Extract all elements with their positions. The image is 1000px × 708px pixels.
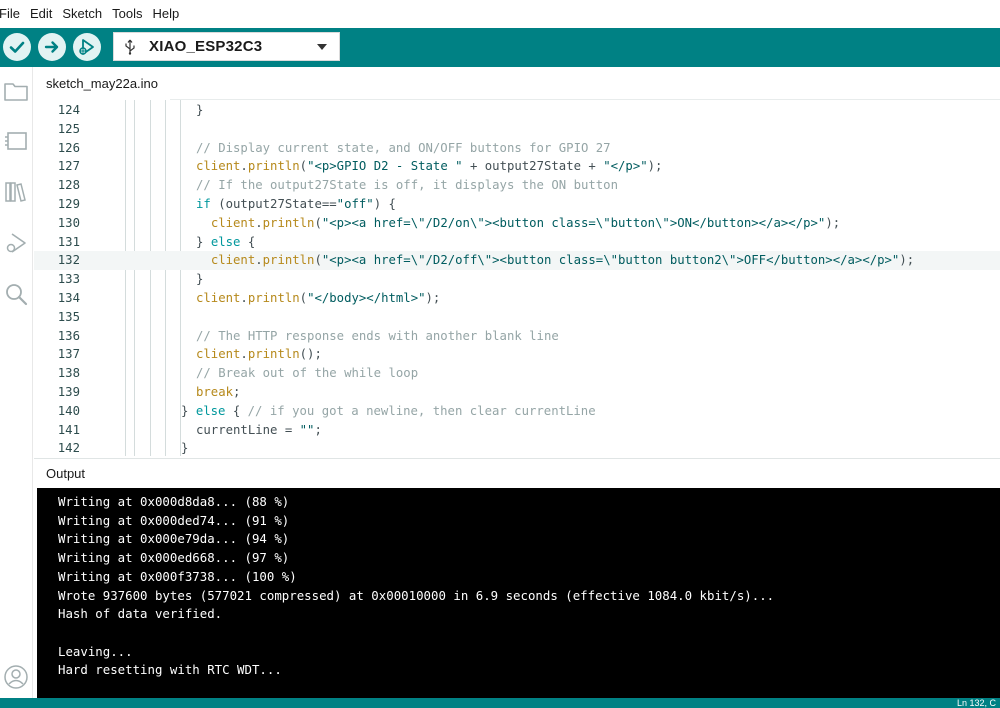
- line-number: 133: [57, 272, 80, 287]
- line-number: 124: [57, 103, 80, 117]
- line-number: 130: [57, 215, 80, 230]
- verify-button[interactable]: [3, 33, 31, 61]
- code-text: client.println("</body></html>");: [196, 291, 441, 305]
- chevron-down-icon: [317, 44, 327, 50]
- code-text: // The HTTP response ends with another b…: [196, 328, 559, 343]
- code-text: }: [196, 103, 204, 117]
- menu-sketch[interactable]: Sketch: [57, 0, 107, 28]
- console-line: Hash of data verified.: [58, 606, 223, 622]
- debug-icon: [77, 37, 97, 57]
- menu-tools[interactable]: Tools: [107, 0, 147, 28]
- tab-sketch-file[interactable]: sketch_may22a.ino: [34, 67, 171, 100]
- code-text: currentLine = "";: [196, 422, 322, 437]
- upload-button[interactable]: [38, 33, 66, 61]
- code-text: client.println();: [196, 347, 322, 362]
- code-line[interactable]: 136 // The HTTP response ends with anothe…: [34, 327, 1000, 346]
- code-line[interactable]: 126 // Display current state, and ON/OFF …: [34, 139, 1000, 158]
- code-line[interactable]: 124}: [34, 101, 1000, 120]
- line-number: 141: [57, 422, 80, 437]
- library-icon[interactable]: [2, 178, 30, 206]
- menu-edit[interactable]: Edit: [25, 0, 57, 28]
- code-text: client.println("<p>GPIO D2 - State " + o…: [196, 159, 663, 174]
- line-number: 138: [57, 366, 80, 381]
- code-line[interactable]: 131 } else {: [34, 233, 1000, 252]
- code-line[interactable]: 139 break;: [34, 383, 1000, 402]
- account-icon[interactable]: [2, 663, 30, 691]
- menu-bar: File Edit Sketch Tools Help: [0, 0, 1000, 28]
- line-number: 127: [57, 159, 80, 174]
- console-line: Writing at 0x000d8da8... (88 %): [58, 494, 290, 509]
- code-line[interactable]: 132 client.println("<p><a href=\"/D2/off…: [34, 251, 1000, 271]
- code-line[interactable]: 129 if (output27State=="off") {: [34, 195, 1000, 214]
- line-number: 137: [57, 347, 80, 362]
- line-number: 128: [57, 178, 80, 193]
- code-text: // If the output27State is off, it displ…: [196, 178, 618, 193]
- console-line: Writing at 0x000e79da... (94 %): [58, 531, 290, 547]
- code-line[interactable]: 140 } else { // if you got a newline, the…: [34, 402, 1000, 421]
- usb-icon: [124, 39, 136, 60]
- sidebar: [0, 67, 33, 698]
- code-line[interactable]: 130 client.println("<p><a href=\"/D2/on\…: [34, 214, 1000, 233]
- line-number: 142: [57, 441, 80, 456]
- board-name: XIAO_ESP32C3: [149, 38, 263, 55]
- code-line[interactable]: 141 currentLine = "";: [34, 421, 1000, 440]
- line-number: 136: [57, 328, 80, 343]
- console-line: Hard resetting with RTC WDT...: [58, 662, 282, 678]
- search-icon[interactable]: [2, 280, 30, 308]
- debug-icon[interactable]: [2, 229, 30, 257]
- menu-file[interactable]: File: [0, 0, 25, 28]
- code-text: if (output27State=="off") {: [196, 197, 396, 211]
- toolbar: XIAO_ESP32C3: [0, 28, 1000, 67]
- board-selector[interactable]: XIAO_ESP32C3: [113, 32, 340, 61]
- console-line: Leaving...: [58, 643, 133, 659]
- status-bar: Ln 132, C: [0, 698, 1000, 708]
- code-text: }: [196, 272, 204, 287]
- output-panel-header: Output: [34, 458, 1000, 488]
- arrow-right-icon: [43, 38, 61, 56]
- board-manager-icon[interactable]: [2, 127, 30, 155]
- console-line: Wrote 937600 bytes (577021 compressed) a…: [58, 587, 775, 603]
- code-line[interactable]: 135: [34, 308, 1000, 327]
- menu-help[interactable]: Help: [147, 0, 184, 28]
- line-number: 131: [57, 234, 80, 249]
- cursor-position: Ln 132, C: [956, 698, 996, 708]
- line-number: 134: [57, 291, 80, 305]
- code-text: } else {: [196, 234, 256, 249]
- folder-icon[interactable]: [2, 77, 30, 105]
- output-title: Output: [46, 466, 86, 481]
- code-text: // Display current state, and ON/OFF but…: [196, 140, 611, 155]
- code-line[interactable]: 142}: [34, 439, 1000, 456]
- output-console[interactable]: Writing at 0x000d8da8... (88 %) Writing a…: [37, 488, 1000, 698]
- code-line[interactable]: 127 client.println("<p>GPIO D2 - State " …: [34, 157, 1000, 176]
- debug-button[interactable]: [73, 33, 101, 61]
- tab-strip: sketch_may22a.ino: [34, 67, 1000, 100]
- code-text: client.println("<p><a href=\"/D2/on\"><b…: [210, 215, 841, 230]
- line-number: 132: [57, 253, 80, 268]
- code-line[interactable]: 134 client.println("</body></html>");: [34, 289, 1000, 308]
- line-number: 140: [57, 403, 80, 418]
- code-line[interactable]: 133}: [34, 270, 1000, 289]
- code-text: } else { // if you got a newline, then c…: [181, 403, 596, 418]
- code-line[interactable]: 125: [34, 120, 1000, 139]
- code-line[interactable]: 137 client.println();: [34, 345, 1000, 364]
- code-editor[interactable]: 124} 125 126// Display current state, and …: [34, 100, 1000, 456]
- code-text: }: [181, 441, 189, 456]
- line-number: 139: [57, 385, 80, 399]
- console-line: Writing at 0x000f3738... (100 %): [58, 568, 297, 584]
- line-number: 126: [57, 140, 80, 155]
- console-line: Writing at 0x000ded74... (91 %): [58, 512, 290, 528]
- code-text: client.println("<p><a href=\"/D2/off\"><…: [210, 253, 915, 268]
- code-line[interactable]: 128 // If the output27State is off, it di…: [34, 176, 1000, 195]
- line-number: 135: [57, 309, 80, 324]
- console-line: Writing at 0x000ed668... (97 %): [58, 550, 290, 566]
- line-number: 125: [57, 121, 80, 136]
- line-number: 129: [57, 197, 80, 211]
- check-icon: [8, 38, 26, 56]
- code-text: // Break out of the while loop: [196, 366, 419, 381]
- code-text: break;: [196, 385, 241, 399]
- code-line[interactable]: 138 // Break out of the while loop: [34, 364, 1000, 383]
